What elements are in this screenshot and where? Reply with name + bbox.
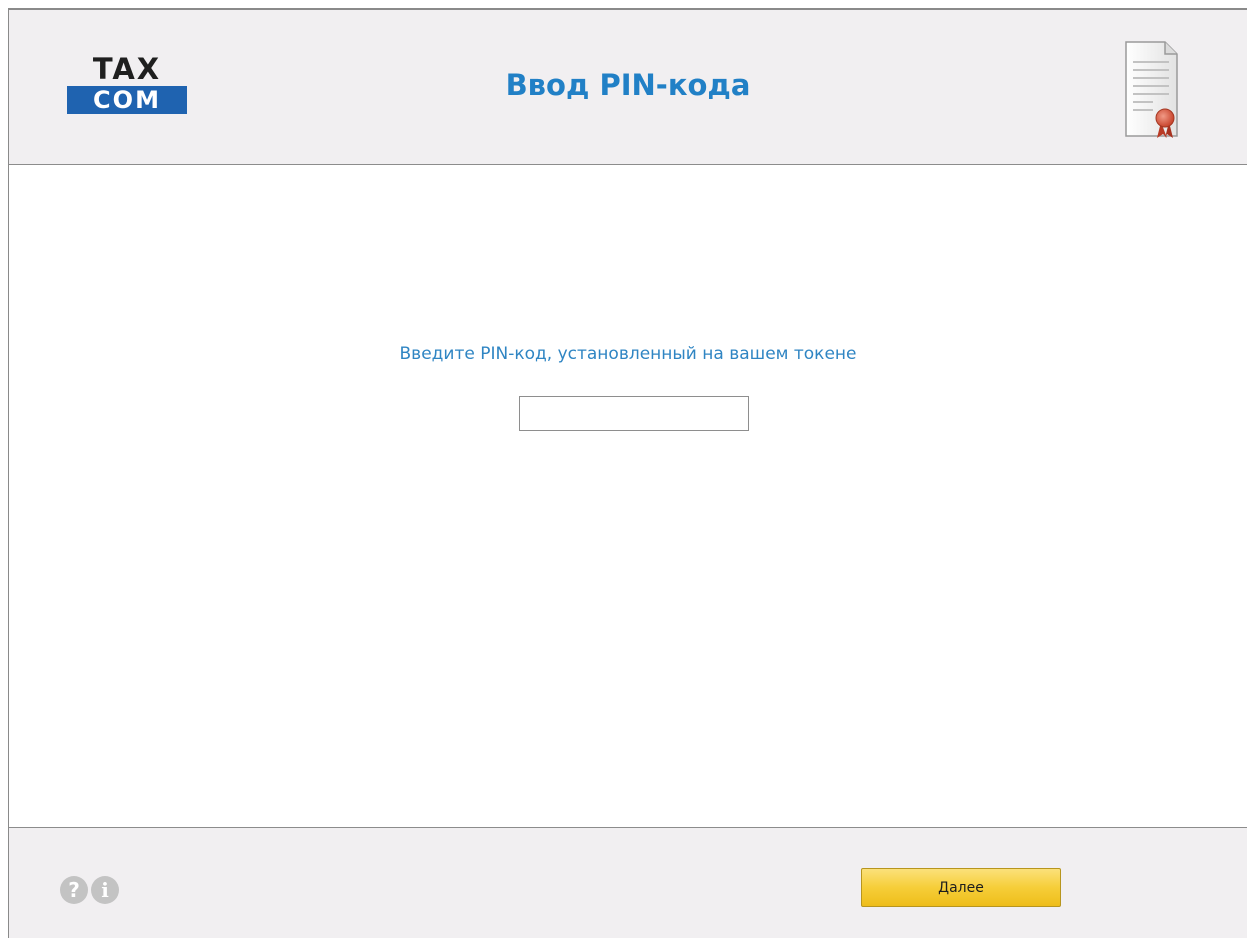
pin-code-input[interactable] <box>519 396 749 431</box>
dialog-header: TAX COM Ввод PIN-кода <box>9 10 1247 165</box>
certificate-icon <box>1123 40 1179 140</box>
next-button[interactable]: Далее <box>861 868 1061 907</box>
help-icon[interactable]: ? <box>60 876 88 904</box>
dialog-footer: ? i Далее <box>9 827 1247 938</box>
pin-prompt-label: Введите PIN-код, установленный на вашем … <box>399 344 857 364</box>
pin-dialog: TAX COM Ввод PIN-кода Введите PIN-код, у… <box>8 8 1247 938</box>
page-title: Ввод PIN-кода <box>505 68 751 102</box>
info-icon[interactable]: i <box>91 876 119 904</box>
